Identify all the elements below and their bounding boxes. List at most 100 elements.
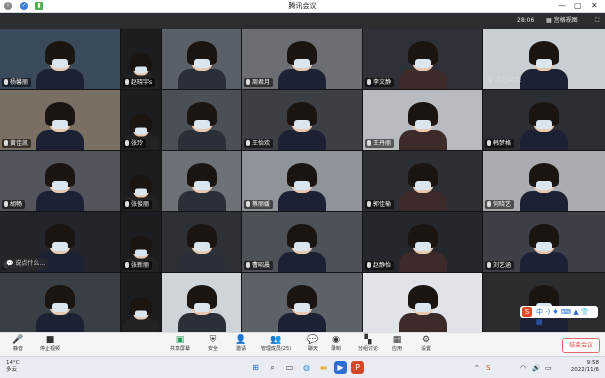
video-tile[interactable] <box>162 29 241 89</box>
video-tile[interactable]: 何晓艺 <box>483 151 605 211</box>
mic-icon <box>4 140 8 146</box>
mic-icon <box>367 262 371 268</box>
video-tile[interactable] <box>162 90 241 150</box>
participant-name: 张玲 <box>123 139 147 148</box>
video-tile[interactable]: 韩梦格 <box>483 90 605 150</box>
participant-video <box>520 102 568 150</box>
mic-icon <box>4 201 8 207</box>
ime-toolbar[interactable]: S 中 ·) ♦ ⌨ ▲ 👕 ▦ <box>520 306 598 326</box>
participant-video <box>278 163 326 211</box>
video-tile[interactable]: 张新丽 <box>121 212 161 272</box>
maximize-icon[interactable]: ▢ <box>574 1 582 11</box>
breakout-icon: ▚ <box>364 335 372 345</box>
participant-video <box>278 224 326 272</box>
taskbar: 14°C 多云 ⊞ ⌕ ▭ ◍ ▬ ▶ P ⌃ S ◠ 🔊 ▭ 9:58 202… <box>0 356 605 378</box>
participant-name: 何晓艺 <box>485 200 515 209</box>
tray-chevron-icon[interactable]: ⌃ <box>474 364 480 372</box>
video-tile[interactable]: 刘艺涵 <box>483 212 605 272</box>
volume-icon[interactable]: 🔊 <box>532 364 541 372</box>
participant-name: 王怡欢 <box>244 139 274 148</box>
mic-icon: 🎤 <box>12 335 24 345</box>
start-icon[interactable]: ⊞ <box>249 361 262 374</box>
video-tile[interactable]: 蔡丽媛 <box>242 151 362 211</box>
powerpoint-icon[interactable]: P <box>351 361 364 374</box>
settings-button[interactable]: ⚙ 设置 <box>410 335 442 355</box>
breakout-button[interactable]: ▚ 分组讨论 <box>352 335 384 355</box>
wifi-icon[interactable]: ◠ <box>520 364 526 372</box>
apps-icon: ▦ <box>392 335 402 345</box>
video-tile[interactable]: 赵静怡 <box>363 212 482 272</box>
mic-icon <box>487 201 491 207</box>
mic-icon <box>4 79 8 85</box>
mute-button[interactable]: 🎤 静音 <box>2 335 34 355</box>
chat-preview[interactable]: 💬 说点什么... <box>2 258 50 270</box>
video-tile[interactable] <box>162 212 241 272</box>
window-title: 腾讯会议 <box>288 2 317 10</box>
folder-icon[interactable]: ▬ <box>317 361 330 374</box>
participant-video <box>36 285 84 333</box>
video-tile[interactable]: 王丹丽 <box>363 90 482 150</box>
mic-icon: 🎙 <box>486 77 494 84</box>
task-view-icon[interactable]: ▭ <box>283 361 296 374</box>
video-tile[interactable]: 曹昭晨 <box>242 212 362 272</box>
video-tile[interactable] <box>121 273 161 333</box>
minimize-icon[interactable]: — <box>558 1 566 11</box>
video-tile[interactable]: 周君月 <box>242 29 362 89</box>
participant-video <box>36 41 84 89</box>
battery-icon[interactable]: ▭ <box>545 364 552 372</box>
record-button[interactable]: ◉ 录制 <box>320 335 352 355</box>
mic-icon <box>246 262 250 268</box>
participant-name: 曹昭晨 <box>244 261 274 270</box>
video-tile[interactable] <box>162 151 241 211</box>
participant-video <box>36 102 84 150</box>
ime-icon[interactable]: S <box>486 364 490 372</box>
participant-name: 张新丽 <box>123 261 153 270</box>
mic-icon <box>487 262 491 268</box>
search-icon[interactable]: ⌕ <box>266 361 279 374</box>
participant-video <box>278 285 326 333</box>
participant-video <box>398 224 447 272</box>
participant-video <box>520 163 568 211</box>
clock[interactable]: 9:58 2022/11/6 <box>571 360 599 374</box>
participant-video <box>398 41 447 89</box>
mic-icon <box>487 140 491 146</box>
meeting-app-icon[interactable]: ▶ <box>334 361 347 374</box>
apps-button[interactable]: ▦ 应用 <box>381 335 413 355</box>
fullscreen-icon[interactable]: ⛶ <box>592 15 602 26</box>
video-tile[interactable]: 赵晓宇s <box>121 29 161 89</box>
participant-video <box>520 224 568 272</box>
mic-icon <box>367 79 371 85</box>
weather-widget[interactable]: 14°C 多云 <box>6 360 20 374</box>
ime-logo-icon: S <box>522 307 532 317</box>
video-tile[interactable] <box>242 273 362 333</box>
video-tile[interactable] <box>0 273 120 333</box>
participant-video <box>177 224 226 272</box>
browser-icon[interactable]: ◍ <box>300 361 313 374</box>
video-tile[interactable]: 黄佳凯 <box>0 90 120 150</box>
participant-video <box>177 102 226 150</box>
view-toggle[interactable]: ▦ 宫格视图 <box>543 15 581 26</box>
mic-icon <box>367 140 371 146</box>
participant-name: 周君月 <box>244 78 274 87</box>
participant-video <box>398 285 447 333</box>
speaking-indicator: 🎙 正在讲话: <box>486 77 522 84</box>
video-tile[interactable]: 张玲 <box>121 90 161 150</box>
video-tile[interactable]: 胡畅 <box>0 151 120 211</box>
camera-icon: ■ <box>45 335 55 345</box>
video-tile[interactable]: 张俊丽 <box>121 151 161 211</box>
video-tile[interactable]: 王怡欢 <box>242 90 362 150</box>
share-screen-button[interactable]: ▣ 共享屏幕 <box>164 335 196 355</box>
video-tile[interactable]: 郭佳榆 <box>363 151 482 211</box>
video-tile[interactable] <box>363 273 482 333</box>
stop-video-button[interactable]: ■ 停止视频 <box>34 335 66 355</box>
participant-name: 胡畅 <box>2 200 26 209</box>
end-meeting-button[interactable]: 结束会议 <box>562 338 600 353</box>
invite-button[interactable]: 👤 邀请 <box>225 335 257 355</box>
video-tile[interactable]: 杨馨丽 <box>0 29 120 89</box>
close-icon[interactable]: ✕ <box>591 1 598 11</box>
participant-name: 杨馨丽 <box>2 78 32 87</box>
mic-icon <box>367 201 371 207</box>
video-tile[interactable]: 李文静 <box>363 29 482 89</box>
manage-members-button[interactable]: 👥 管理成员(25) <box>257 335 295 355</box>
video-tile[interactable] <box>162 273 241 333</box>
